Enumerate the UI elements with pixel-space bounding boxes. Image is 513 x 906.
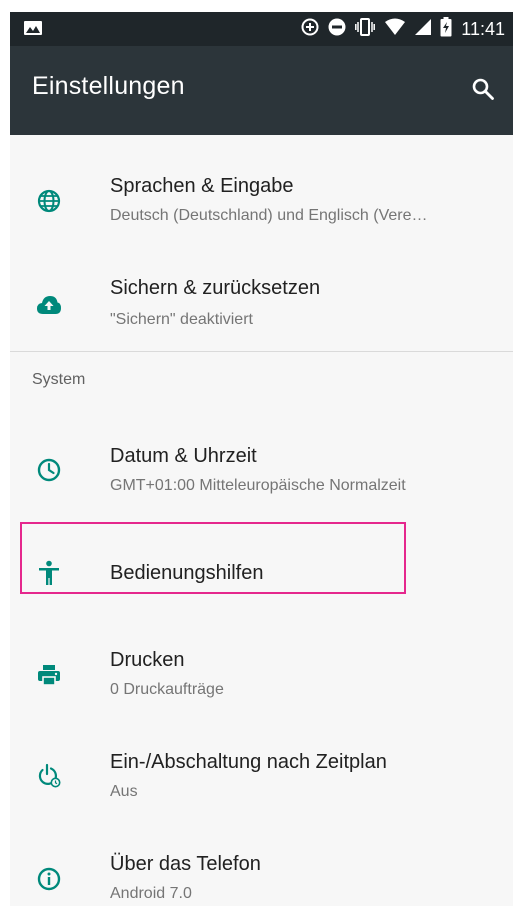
clock-icon [34,455,64,485]
item-title: Ein-/Abschaltung nach Zeitplan [110,751,387,773]
item-subtitle: Android 7.0 [110,885,192,902]
status-time: 11:41 [461,18,505,39]
wifi-icon [384,18,406,41]
item-title: Datum & Uhrzeit [110,445,257,467]
item-subtitle: 0 Druckaufträge [110,681,224,698]
section-divider [10,351,513,352]
screenshot-margin [0,0,513,12]
item-title: Über das Telefon [110,853,261,875]
list-item-language-input[interactable]: Sprachen & Eingabe Deutsch (Deutschland)… [10,151,513,255]
section-header-system: System [32,371,86,388]
list-item-date-time[interactable]: Datum & Uhrzeit GMT+01:00 Mitteleuropäis… [10,421,513,525]
info-icon [34,864,64,894]
settings-screen: 11:41 Einstellungen Sprachen & Eingabe D… [10,12,513,906]
item-subtitle: "Sichern" deaktiviert [110,311,253,328]
status-bar: 11:41 [10,12,513,46]
globe-icon [34,186,64,216]
vibrate-icon [355,17,376,41]
app-bar: Einstellungen [10,46,513,135]
list-item-printing[interactable]: Drucken 0 Druckaufträge [10,625,513,729]
do-not-disturb-icon [328,18,346,41]
item-subtitle: Aus [110,783,138,800]
item-subtitle: Deutsch (Deutschland) und Englisch (Vere… [110,207,428,224]
item-title: Drucken [110,649,185,671]
image-icon [24,21,42,35]
highlight-box [20,522,406,594]
list-item-backup-reset[interactable]: Sichern & zurücksetzen "Sichern" deaktiv… [10,255,513,359]
list-item-scheduled-power[interactable]: Ein-/Abschaltung nach Zeitplan Aus [10,727,513,831]
printer-icon [34,660,64,690]
item-title: Sprachen & Eingabe [110,175,294,197]
item-subtitle: GMT+01:00 Mitteleuropäische Normalzeit [110,477,406,494]
status-icons: 11:41 [301,12,505,46]
battery-icon [440,16,452,42]
cloud-upload-icon [34,290,64,320]
data-saver-icon [301,18,319,41]
power-schedule-icon [34,761,64,791]
item-title: Sichern & zurücksetzen [110,277,321,299]
list-item-about-phone[interactable]: Über das Telefon Android 7.0 [10,829,513,906]
search-icon [472,78,494,100]
page-title: Einstellungen [32,72,185,100]
signal-icon [415,18,432,41]
search-button[interactable] [465,71,501,107]
